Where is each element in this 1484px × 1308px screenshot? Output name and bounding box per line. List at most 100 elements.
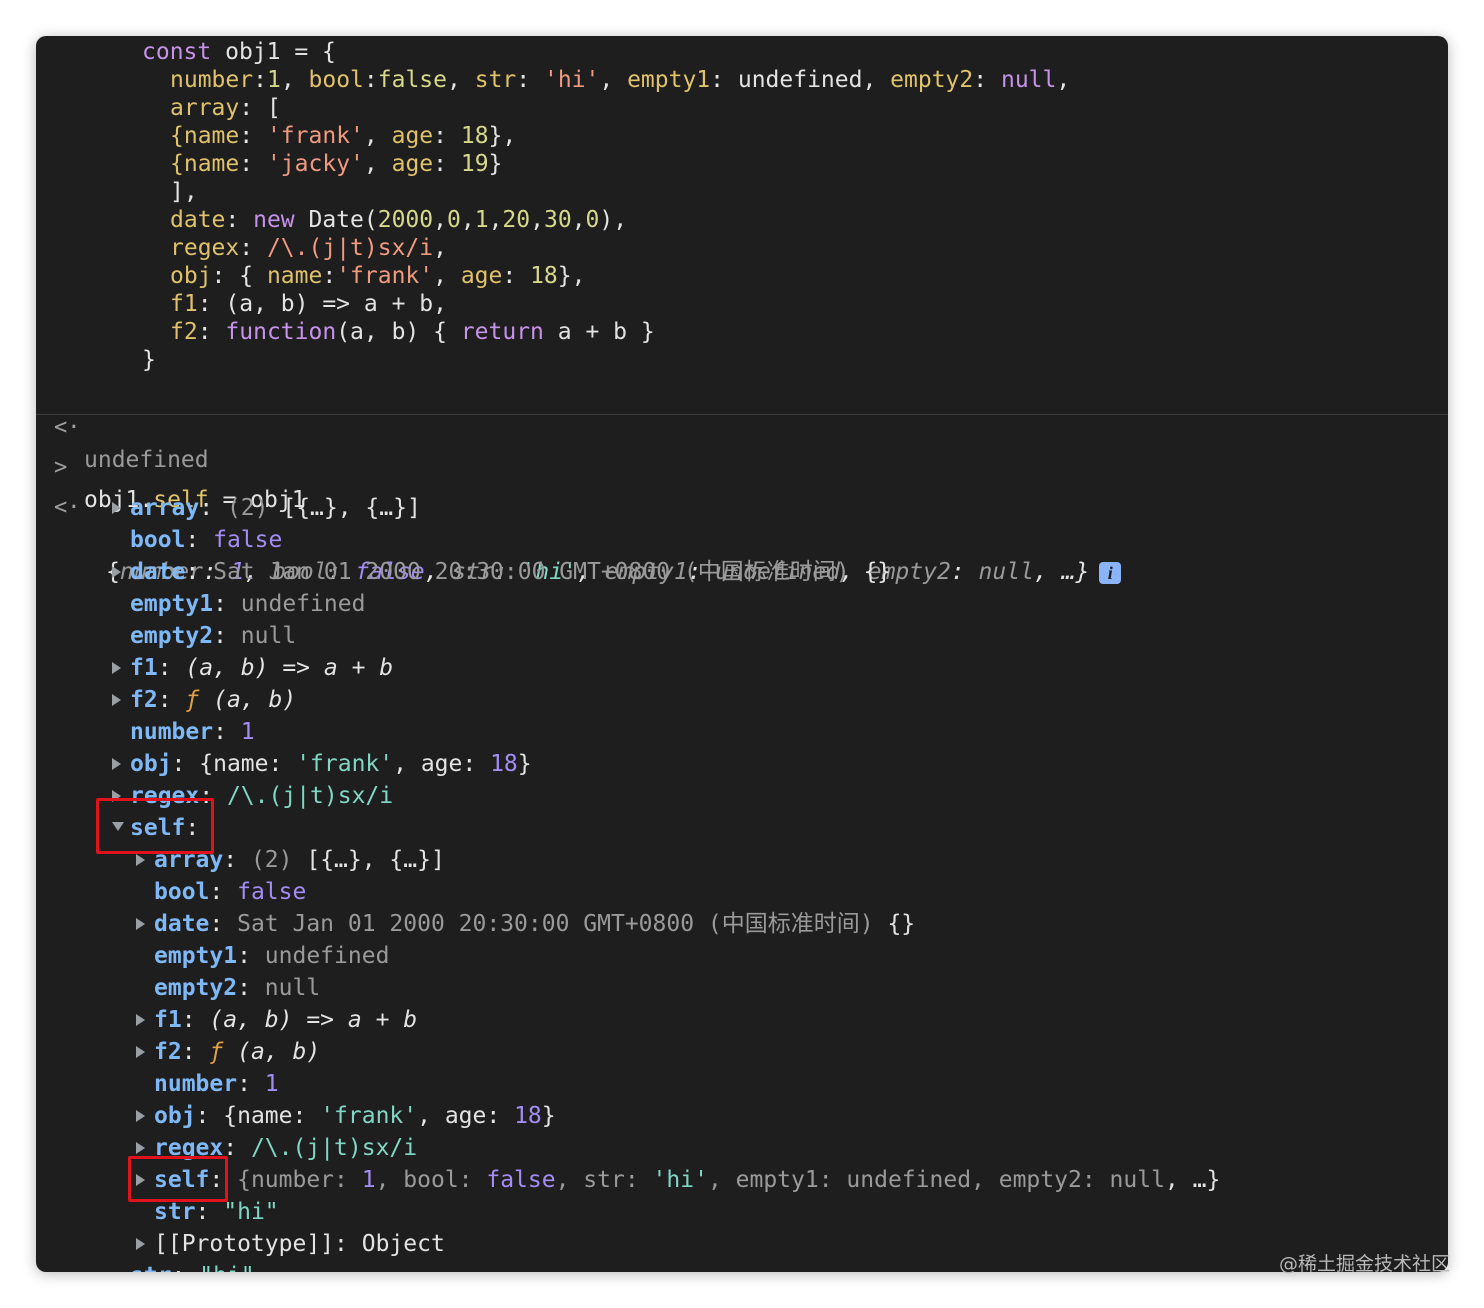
property-key: empty1 bbox=[154, 943, 238, 969]
property-key: empty1 bbox=[130, 591, 214, 617]
tree-row-obj[interactable]: obj: {name: 'frank', age: 18} bbox=[36, 1100, 1448, 1132]
triangle-right-icon[interactable] bbox=[136, 1014, 145, 1026]
code-token: (a, b) bbox=[213, 687, 297, 713]
code-token: 30 bbox=[543, 207, 572, 233]
triangle-right-icon[interactable] bbox=[112, 662, 121, 674]
tree-row-self[interactable]: self: {number: 1, bool: false, str: 'hi'… bbox=[36, 1164, 1448, 1196]
code-token: {number: bbox=[237, 1167, 362, 1193]
code-token: false bbox=[377, 67, 448, 93]
tree-row-date[interactable]: date: Sat Jan 01 2000 20:30:00 GMT+0800 … bbox=[36, 908, 1448, 940]
code-token: function bbox=[225, 319, 337, 345]
code-token: : bbox=[253, 67, 267, 93]
tree-row-empty2: empty2: null bbox=[36, 972, 1448, 1004]
result-line: <· undefined bbox=[36, 380, 1448, 473]
colon: : bbox=[213, 719, 241, 745]
tree-row-f2[interactable]: f2: ƒ (a, b) bbox=[36, 684, 1448, 716]
tree-row-f1[interactable]: f1: (a, b) => a + b bbox=[36, 652, 1448, 684]
colon: : bbox=[199, 495, 227, 521]
code-token: {name: bbox=[199, 751, 297, 777]
code-token: , bbox=[280, 67, 309, 93]
property-key: f1 bbox=[154, 1007, 182, 1033]
code-token: , bbox=[433, 235, 447, 261]
triangle-right-icon[interactable] bbox=[136, 854, 145, 866]
code-token: date bbox=[170, 207, 226, 233]
code-token: null bbox=[240, 623, 297, 649]
tree-row-array[interactable]: array: (2) [{…}, {…}] bbox=[36, 844, 1448, 876]
colon: : bbox=[171, 751, 200, 777]
code-token: {name bbox=[170, 123, 240, 149]
property-key: array bbox=[130, 495, 200, 521]
code-token: } bbox=[488, 151, 503, 177]
code-token: Sat Jan 01 2000 20:30:00 GMT+0800 (中国标准时… bbox=[237, 911, 888, 937]
code-token: 19 bbox=[460, 151, 489, 177]
code-token: /\.(j|t)sx/i bbox=[226, 783, 394, 809]
colon: : bbox=[181, 1007, 210, 1033]
triangle-right-icon[interactable] bbox=[136, 1046, 145, 1058]
code-token: a + b } bbox=[543, 319, 655, 345]
watermark: @稀土掘金技术社区 bbox=[1278, 1253, 1450, 1275]
code-token: : [ bbox=[239, 95, 281, 121]
code-token: f2 bbox=[170, 319, 198, 345]
tree-row-str: str: "hi" bbox=[36, 1196, 1448, 1228]
colon: : bbox=[157, 655, 186, 681]
tree-row-self[interactable]: self: bbox=[36, 812, 1448, 844]
object-summary-line[interactable]: <· {number: 1, bool: false, str: 'hi', e… bbox=[36, 460, 1448, 585]
code-token: , bbox=[363, 123, 392, 149]
triangle-right-icon[interactable] bbox=[112, 694, 121, 706]
triangle-right-icon[interactable] bbox=[136, 1142, 145, 1154]
colon: : bbox=[334, 1231, 362, 1257]
code-token: : bbox=[239, 235, 267, 261]
code-token: 'hi' bbox=[652, 1167, 708, 1193]
code-token: : bbox=[433, 123, 461, 149]
colon: : bbox=[209, 879, 238, 905]
code-token: 'frank' bbox=[320, 1103, 418, 1129]
tree-row-array[interactable]: array: (2) [{…}, {…}] bbox=[36, 492, 1448, 524]
property-key: empty2 bbox=[154, 975, 238, 1001]
code-token: {name: bbox=[223, 1103, 321, 1129]
code-token: , empty2: bbox=[971, 1167, 1110, 1193]
code-token: , str: bbox=[555, 1167, 653, 1193]
code-token: ƒ bbox=[185, 687, 214, 713]
tree-row-f1[interactable]: f1: (a, b) => a + b bbox=[36, 1004, 1448, 1036]
colon: : bbox=[157, 687, 186, 713]
code-token: undefined bbox=[240, 591, 366, 617]
code-token: : (a, b) => a + b, bbox=[197, 291, 447, 317]
property-key: empty2 bbox=[130, 623, 214, 649]
code-token: null bbox=[1109, 1167, 1165, 1193]
code-token: 'frank' bbox=[266, 123, 364, 149]
triangle-right-icon[interactable] bbox=[136, 918, 145, 930]
tree-row-obj[interactable]: obj: {name: 'frank', age: 18} bbox=[36, 748, 1448, 780]
property-key: date bbox=[130, 559, 186, 585]
code-token: , empty1: bbox=[707, 1167, 847, 1193]
triangle-right-icon[interactable] bbox=[112, 502, 121, 514]
triangle-right-icon[interactable] bbox=[112, 566, 121, 578]
code-token: age bbox=[391, 123, 434, 149]
code-token: 1 bbox=[264, 1071, 279, 1097]
code-token: bool bbox=[308, 67, 364, 93]
prompt-line[interactable]: > obj1.self = obj1 bbox=[36, 420, 1448, 513]
code-token: f1 bbox=[170, 291, 198, 317]
tree-row-date[interactable]: date: Sat Jan 01 2000 20:30:00 GMT+0800 … bbox=[36, 556, 1448, 588]
code-line: } bbox=[142, 344, 1448, 376]
code-token: (a, b) bbox=[237, 1039, 321, 1065]
triangle-right-icon[interactable] bbox=[112, 758, 121, 770]
triangle-right-icon[interactable] bbox=[136, 1110, 145, 1122]
code-token: obj bbox=[170, 263, 212, 289]
tree-row-prototype[interactable]: [[Prototype]]: Object bbox=[36, 1228, 1448, 1260]
code-token: "hi" bbox=[199, 1263, 254, 1272]
property-key: f2 bbox=[130, 687, 158, 713]
code-token: } bbox=[541, 1103, 556, 1129]
code-token: , bbox=[571, 207, 586, 233]
code-token: age bbox=[460, 263, 503, 289]
tree-row-regex[interactable]: regex: /\.(j|t)sx/i bbox=[36, 780, 1448, 812]
code-token: , bbox=[363, 151, 392, 177]
code-token: , bbox=[460, 207, 475, 233]
tree-row-f2[interactable]: f2: ƒ (a, b) bbox=[36, 1036, 1448, 1068]
code-token: 0 bbox=[446, 207, 461, 233]
colon: : bbox=[209, 911, 238, 937]
triangle-right-icon[interactable] bbox=[136, 1238, 145, 1250]
code-token: 'frank' bbox=[336, 263, 434, 289]
tree-row-regex[interactable]: regex: /\.(j|t)sx/i bbox=[36, 1132, 1448, 1164]
code-token: } bbox=[517, 751, 532, 777]
code-token: : { bbox=[211, 263, 267, 289]
